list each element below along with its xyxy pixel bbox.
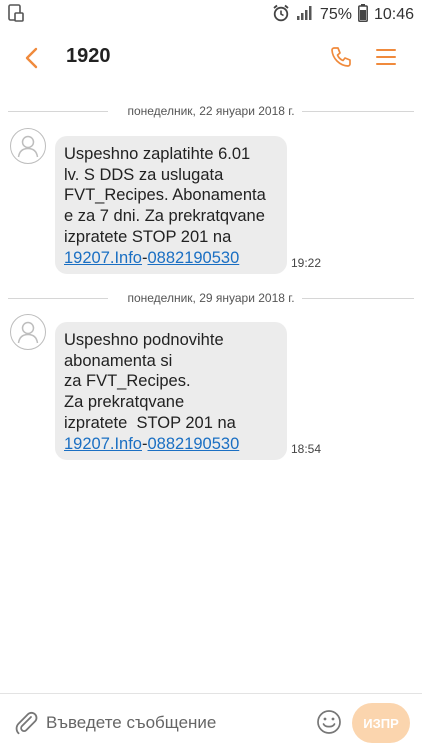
message-line: Uspeshno podnovihte bbox=[64, 331, 224, 349]
battery-percent: 75% bbox=[319, 6, 352, 23]
message-link-line: 19207.Info-0882190530 bbox=[64, 434, 279, 455]
conversation-title: 1920 bbox=[66, 45, 111, 67]
composer-bar: ИЗПР bbox=[0, 693, 422, 750]
phone-link[interactable]: 0882190530 bbox=[148, 435, 240, 453]
attach-icon bbox=[15, 711, 38, 735]
back-arrow-icon bbox=[25, 47, 38, 69]
attach-button[interactable] bbox=[12, 709, 40, 737]
message-line: za FVT_Recipes. bbox=[64, 372, 191, 391]
message-bubble[interactable]: Uspeshno zaplatihte 6.01 lv. S DDS za us… bbox=[55, 136, 287, 275]
send-button[interactable]: ИЗПР bbox=[352, 703, 410, 743]
date-label: понеделник, 29 януари 2018 г. bbox=[121, 291, 301, 305]
call-button[interactable] bbox=[326, 42, 356, 72]
alarm-icon bbox=[272, 4, 290, 27]
message-bubble[interactable]: Uspeshno podnovihte abonamenta si za FVT… bbox=[55, 322, 287, 461]
message-line: e za 7 dni. Za prekratqvane bbox=[64, 207, 265, 226]
clock: 10:46 bbox=[373, 6, 414, 23]
phone-icon bbox=[331, 47, 351, 67]
back-button[interactable] bbox=[18, 44, 46, 72]
menu-button[interactable] bbox=[371, 42, 401, 72]
url-link[interactable]: 19207.Info bbox=[64, 249, 142, 267]
signal-icon bbox=[296, 5, 314, 26]
app-bar: 1920 bbox=[0, 30, 422, 86]
message-line: izpratete STOP 201 na bbox=[64, 413, 236, 432]
message-input[interactable] bbox=[46, 709, 306, 737]
message-time: 19:22 bbox=[291, 256, 322, 270]
person-icon bbox=[17, 321, 39, 344]
battery-icon bbox=[358, 3, 368, 27]
screenshot-icon bbox=[8, 3, 24, 27]
message-line: abonamenta si bbox=[64, 351, 173, 370]
avatar[interactable] bbox=[10, 128, 46, 164]
date-label: понеделник, 22 януари 2018 г. bbox=[121, 104, 301, 118]
avatar[interactable] bbox=[10, 314, 46, 350]
url-link[interactable]: 19207.Info bbox=[64, 435, 142, 453]
menu-icon bbox=[376, 49, 396, 65]
emoji-button[interactable] bbox=[315, 708, 343, 736]
phone-link[interactable]: 0882190530 bbox=[148, 249, 240, 267]
date-separator: понеделник, 22 януари 2018 г. bbox=[0, 101, 422, 121]
message-line: lv. S DDS za uslugata bbox=[64, 165, 224, 184]
status-bar: 75% 10:46 bbox=[0, 0, 422, 30]
message-link-line: 19207.Info-0882190530 bbox=[64, 248, 279, 269]
message-line: izpratete STOP 201 na bbox=[64, 227, 232, 246]
emoji-icon bbox=[317, 710, 341, 734]
date-separator: понеделник, 29 януари 2018 г. bbox=[0, 288, 422, 308]
message-line: Za prekratqvane bbox=[64, 393, 185, 412]
message-line: Uspeshno zaplatihte 6.01 bbox=[64, 145, 251, 163]
message-line: FVT_Recipes. Abonamenta bbox=[64, 186, 266, 205]
person-icon bbox=[17, 135, 39, 158]
message-time: 18:54 bbox=[291, 442, 322, 456]
